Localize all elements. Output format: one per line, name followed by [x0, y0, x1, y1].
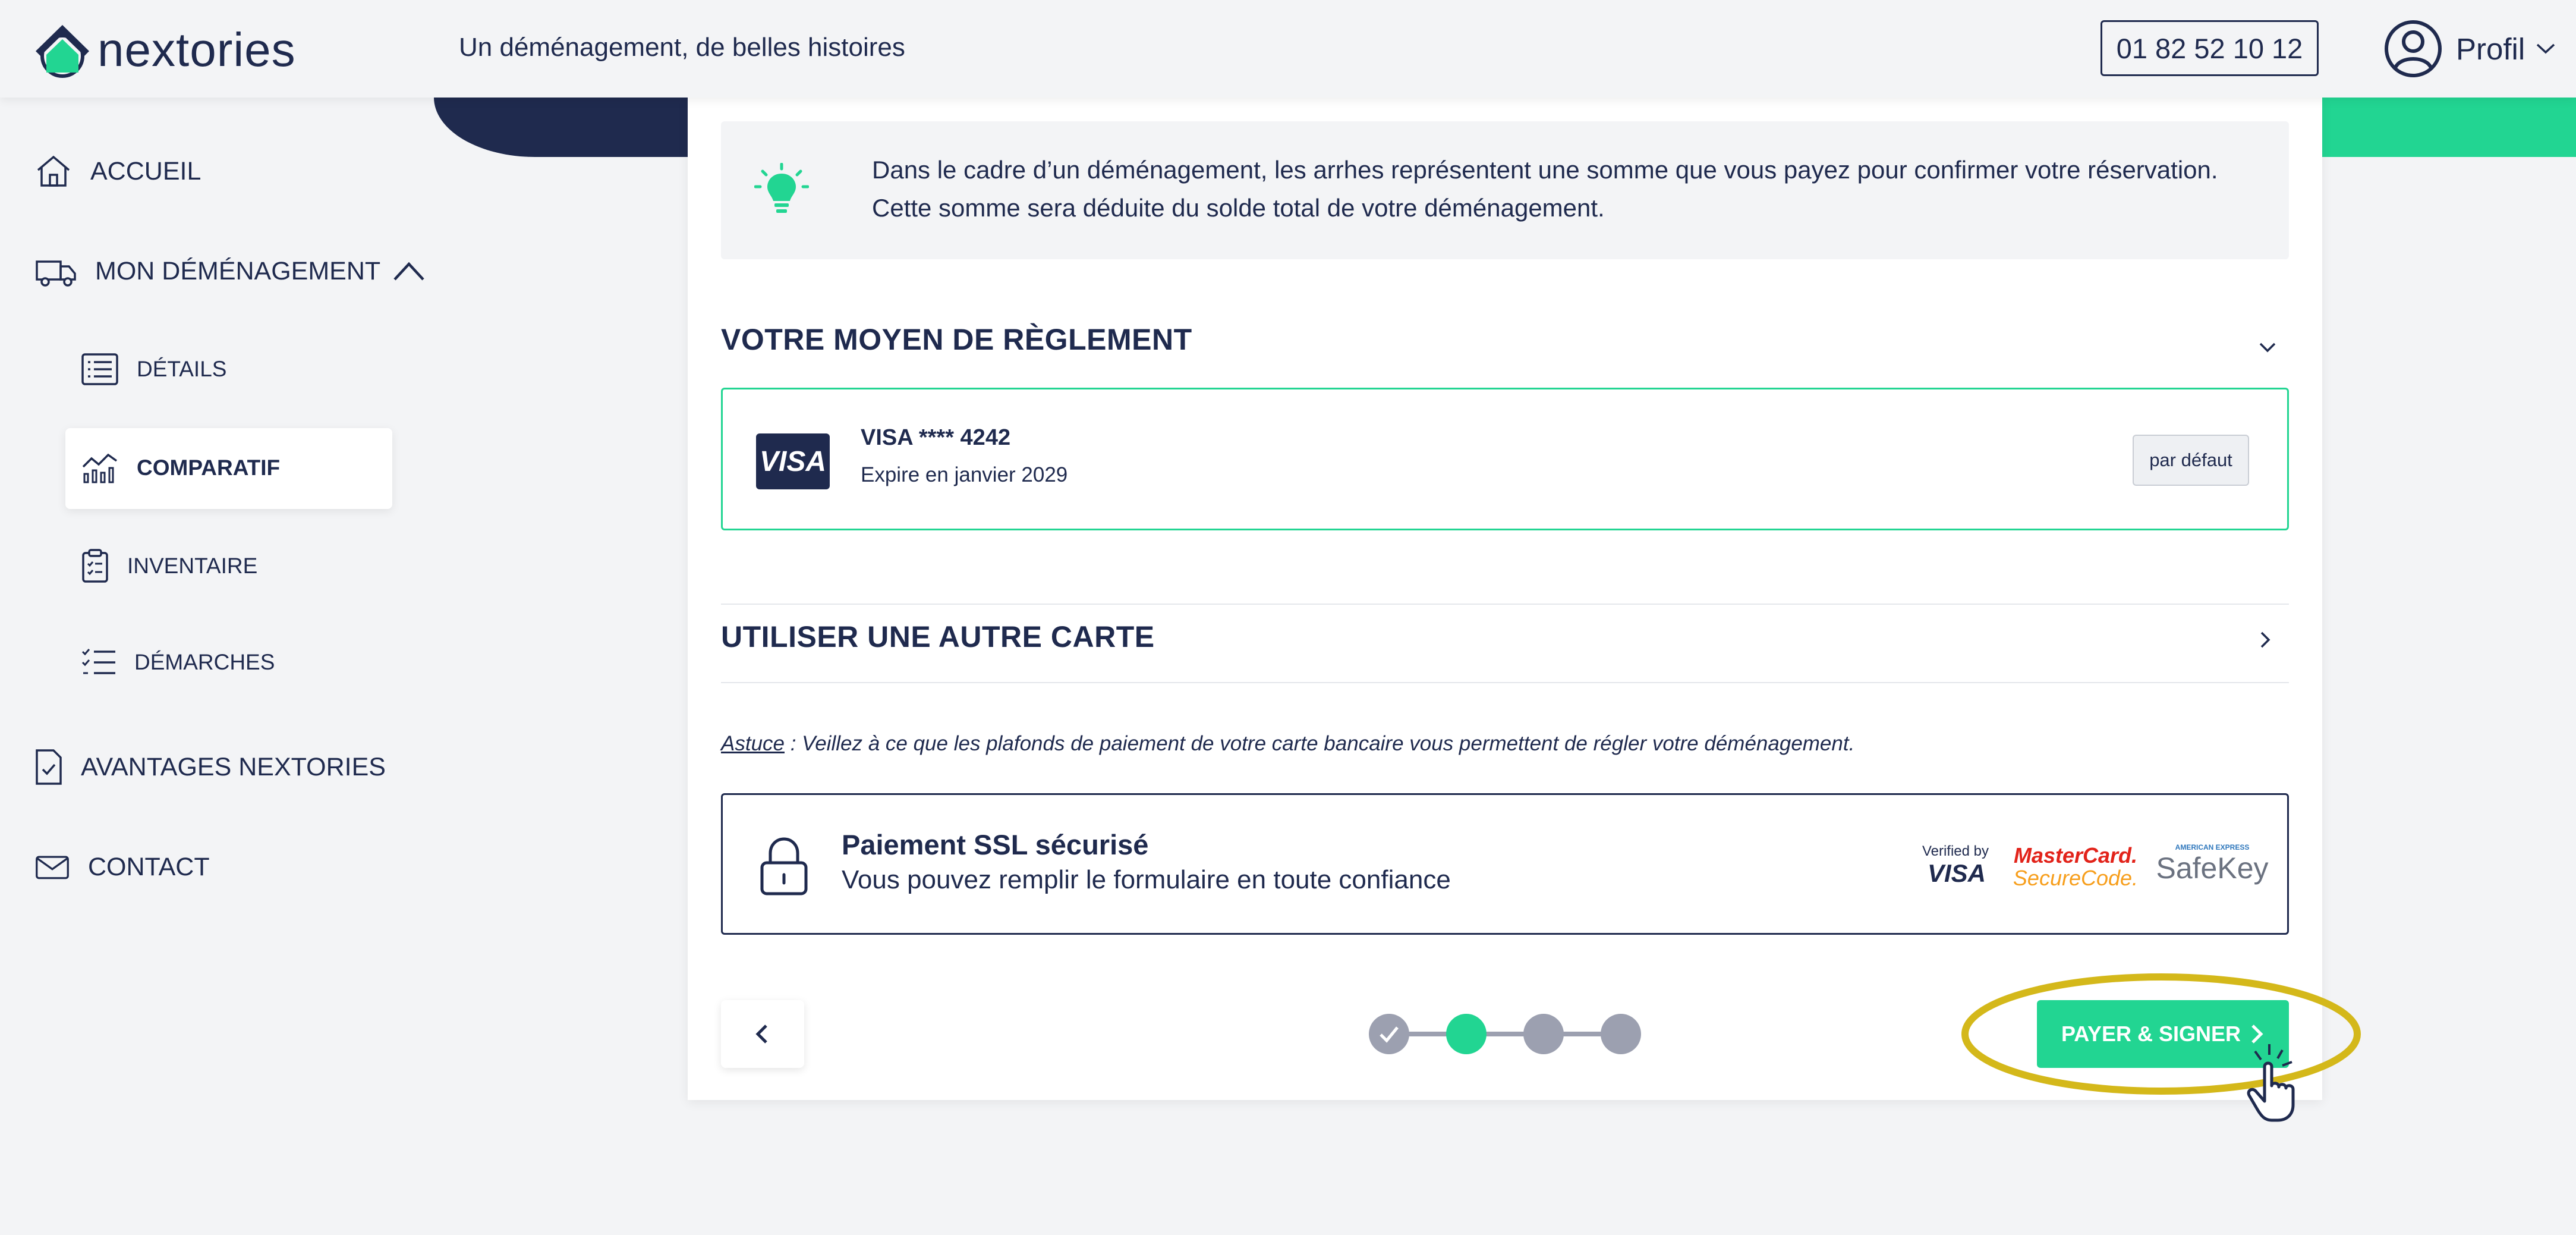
decorative-navy-shape [434, 98, 719, 157]
lightbulb-icon [754, 163, 809, 213]
sidebar-item-contact[interactable]: CONTACT [34, 848, 210, 886]
chart-icon [82, 453, 118, 483]
step-4 [1601, 1014, 1641, 1054]
profile-menu[interactable]: Profil [2383, 18, 2556, 80]
tagline: Un déménagement, de belles histoires [459, 33, 905, 62]
saved-card-option[interactable]: VISA VISA **** 4242 Expire en janvier 20… [721, 388, 2289, 530]
profile-label: Profil [2456, 32, 2525, 66]
payment-tip: Astuce : Veillez à ce que les plafonds d… [721, 732, 1854, 756]
progress-stepper [1369, 1014, 1641, 1054]
default-badge: par défaut [2133, 435, 2249, 486]
back-button[interactable] [721, 1000, 804, 1068]
mastercard-text: MasterCard. [2014, 843, 2137, 868]
sidebar-item-mon-demenagement[interactable]: MON DÉMÉNAGEMENT [34, 252, 427, 290]
divider [721, 682, 2289, 683]
payment-method-title: VOTRE MOYEN DE RÈGLEMENT [721, 323, 1192, 356]
info-text-line-1: Dans le cadre d’un déménagement, les arr… [872, 156, 2218, 184]
step-2-current [1446, 1014, 1487, 1054]
chevron-up-icon[interactable] [391, 259, 427, 283]
lock-icon [760, 837, 808, 895]
mail-icon [36, 856, 69, 879]
nextories-logo[interactable]: nextories [31, 21, 296, 78]
chevron-left-icon [755, 1025, 767, 1044]
logo-text: nextories [97, 23, 296, 76]
step-1-complete [1369, 1014, 1409, 1054]
truck-icon [36, 260, 76, 287]
sidebar-item-label: AVANTAGES NEXTORIES [81, 752, 386, 781]
sidebar-item-label: CONTACT [88, 852, 210, 881]
safekey-text: SafeKey [2156, 851, 2268, 885]
top-header: nextories Un déménagement, de belles his… [0, 0, 2576, 98]
sidebar-item-label: MON DÉMÉNAGEMENT [95, 256, 381, 285]
verified-by-text: Verified by [1922, 843, 1989, 859]
card-number: VISA **** 4242 [861, 425, 1011, 450]
info-text-line-2: Cette somme sera déduite du solde total … [872, 194, 1605, 222]
amex-text: AMERICAN EXPRESS [2175, 843, 2250, 851]
payment-panel: Dans le cadre d’un déménagement, les arr… [688, 98, 2322, 1100]
sidebar-item-label: COMPARATIF [137, 455, 281, 480]
card-expiry: Expire en janvier 2029 [861, 463, 1068, 486]
sidebar-item-label: INVENTAIRE [127, 554, 258, 578]
chevron-down-icon [2537, 43, 2555, 54]
hand-cursor-icon [2247, 1044, 2295, 1122]
sidebar-item-label: ACCUEIL [90, 156, 201, 186]
home-icon [37, 155, 70, 187]
ssl-subtitle: Vous pouvez remplir le formulaire en tou… [842, 865, 1451, 894]
sidebar-item-comparatif[interactable]: COMPARATIF [81, 451, 280, 485]
house-logo-icon [36, 25, 89, 78]
visa-logo: VISA [756, 433, 830, 489]
chevron-down-icon[interactable] [2257, 337, 2278, 358]
securecode-text: SecureCode. [2013, 866, 2138, 890]
sidebar-item-accueil[interactable]: ACCUEIL [34, 152, 201, 190]
use-other-card-link[interactable]: UTILISER UNE AUTRE CARTE [721, 620, 1155, 654]
phone-button[interactable]: 01 82 52 10 12 [2101, 20, 2319, 76]
document-check-icon [36, 749, 62, 785]
checklist-icon [81, 649, 115, 674]
security-partner-logos: Verified by VISA MasterCard. SecureCode.… [1922, 843, 2269, 890]
pay-button-label: PAYER & SIGNER [2061, 1022, 2241, 1046]
chevron-right-icon[interactable] [2254, 629, 2276, 651]
decorative-green-shape [2306, 98, 2576, 157]
tip-text: : Veillez à ce que les plafonds de paiem… [785, 732, 1855, 755]
sidebar-item-avantages[interactable]: AVANTAGES NEXTORIES [34, 748, 386, 786]
divider [721, 604, 2289, 605]
ssl-security-box: Paiement SSL sécurisé Vous pouvez rempli… [721, 793, 2289, 935]
sidebar-item-details[interactable]: DÉTAILS [81, 353, 226, 386]
user-avatar-icon [2385, 20, 2442, 77]
clipboard-icon [82, 549, 108, 583]
tip-label: Astuce [721, 732, 785, 755]
list-icon [81, 353, 118, 385]
verified-visa-text: VISA [1928, 859, 1986, 887]
sidebar-item-demarches[interactable]: DÉMARCHES [81, 647, 275, 678]
sidebar-item-inventaire[interactable]: INVENTAIRE [81, 548, 257, 584]
sidebar-item-label: DÉMARCHES [134, 650, 275, 674]
ssl-title: Paiement SSL sécurisé [842, 829, 1149, 860]
sidebar-item-label: DÉTAILS [137, 357, 227, 381]
deposit-info-box: Dans le cadre d’un déménagement, les arr… [721, 121, 2289, 259]
step-3 [1523, 1014, 1564, 1054]
